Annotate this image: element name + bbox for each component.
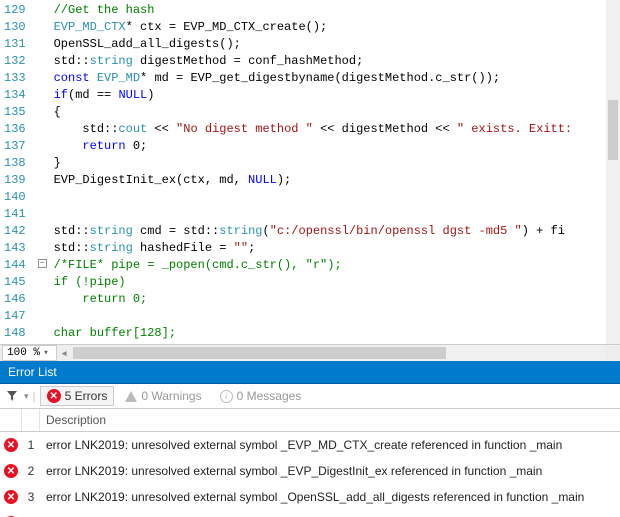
error-row[interactable]: ✕ 1error LNK2019: unresolved external sym…: [0, 432, 620, 458]
error-list-title-bar[interactable]: Error List: [0, 361, 620, 384]
code-line[interactable]: [34, 189, 620, 206]
code-line[interactable]: if(md == NULL): [34, 87, 620, 104]
line-number: 135: [4, 104, 26, 121]
line-number: 142: [4, 223, 26, 240]
column-header-description[interactable]: Description: [40, 409, 620, 431]
error-row-number: 4: [22, 512, 40, 517]
error-grid-header: Description: [0, 409, 620, 432]
code-line[interactable]: }: [34, 155, 620, 172]
horizontal-scrollbar[interactable]: [73, 345, 606, 361]
code-line[interactable]: [34, 308, 620, 325]
code-line[interactable]: EVP_MD_CTX* ctx = EVP_MD_CTX_create();: [34, 19, 620, 36]
line-number: 144: [4, 257, 26, 274]
code-editor[interactable]: 1291301311321331341351361371381391401411…: [0, 0, 620, 344]
error-row-number: 1: [22, 434, 40, 456]
error-icon: ✕: [4, 490, 18, 504]
code-line[interactable]: std::cout << "No digest method " << dige…: [34, 121, 620, 138]
line-number: 141: [4, 206, 26, 223]
zoom-value: 100 %: [7, 347, 40, 359]
line-number: 147: [4, 308, 26, 325]
line-number: 138: [4, 155, 26, 172]
scroll-left-icon[interactable]: ◂: [59, 346, 69, 361]
code-line[interactable]: std::string digestMethod = conf_hashMeth…: [34, 53, 620, 70]
editor-status-bar: 100 % ▾ ◂: [0, 344, 620, 361]
code-line[interactable]: std::string hashedFile = "";: [34, 240, 620, 257]
error-row[interactable]: ✕4error LNK2019: unresolved external sym…: [0, 510, 620, 517]
error-row-number: 3: [22, 486, 40, 508]
code-line[interactable]: −/*FILE* pipe = _popen(cmd.c_str(), "r")…: [34, 257, 620, 274]
line-number: 139: [4, 172, 26, 189]
code-line[interactable]: const EVP_MD* md = EVP_get_digestbyname(…: [34, 70, 620, 87]
messages-filter-button[interactable]: i 0 Messages: [213, 386, 309, 406]
code-line[interactable]: char buffer[128];: [34, 325, 620, 342]
vertical-scrollbar[interactable]: [606, 0, 620, 344]
error-row[interactable]: ✕ 2error LNK2019: unresolved external sym…: [0, 458, 620, 484]
zoom-dropdown[interactable]: 100 % ▾: [2, 345, 57, 361]
error-icon: ✕: [47, 389, 61, 403]
code-line[interactable]: if (!pipe): [34, 274, 620, 291]
error-row-description: error LNK2019: unresolved external symbo…: [40, 512, 620, 517]
line-number: 132: [4, 53, 26, 70]
error-list-toolbar: ▾ | ✕ 5 Errors 0 Warnings i 0 Messages: [0, 384, 620, 409]
line-number: 140: [4, 189, 26, 206]
code-line[interactable]: [34, 206, 620, 223]
line-number: 131: [4, 36, 26, 53]
line-number: 134: [4, 87, 26, 104]
chevron-down-icon: ▾: [40, 348, 52, 358]
info-icon: i: [220, 390, 233, 403]
vertical-scrollbar-thumb[interactable]: [608, 100, 618, 160]
line-number: 133: [4, 70, 26, 87]
messages-count-label: 0 Messages: [237, 389, 302, 403]
error-icon: ✕: [4, 438, 18, 452]
line-number: 148: [4, 325, 26, 342]
error-list-title: Error List: [8, 365, 57, 379]
line-number: 137: [4, 138, 26, 155]
filter-icon[interactable]: [4, 388, 20, 404]
horizontal-scrollbar-thumb[interactable]: [73, 347, 446, 359]
code-line[interactable]: EVP_DigestInit_ex(ctx, md, NULL);: [34, 172, 620, 189]
line-number: 146: [4, 291, 26, 308]
error-row[interactable]: ✕ 3error LNK2019: unresolved external sym…: [0, 484, 620, 510]
error-row-description: error LNK2019: unresolved external symbo…: [40, 434, 620, 456]
code-line[interactable]: return 0;: [34, 291, 620, 308]
code-line[interactable]: std::string cmd = std::string("c:/openss…: [34, 223, 620, 240]
line-number: 130: [4, 19, 26, 36]
warning-icon: [125, 391, 137, 402]
errors-filter-button[interactable]: ✕ 5 Errors: [40, 386, 115, 406]
code-line[interactable]: return 0;: [34, 138, 620, 155]
error-icon: ✕: [4, 464, 18, 478]
code-line[interactable]: OpenSSL_add_all_digests();: [34, 36, 620, 53]
error-grid-body[interactable]: ✕1error LNK2019: unresolved external sym…: [0, 432, 620, 517]
error-row-number: 2: [22, 460, 40, 482]
line-number: 136: [4, 121, 26, 138]
code-line[interactable]: //Get the hash: [34, 2, 620, 19]
code-content[interactable]: //Get the hashEVP_MD_CTX* ctx = EVP_MD_C…: [34, 0, 620, 344]
line-number-gutter: 1291301311321331341351361371381391401411…: [0, 0, 34, 344]
line-number: 145: [4, 274, 26, 291]
code-line[interactable]: {: [34, 104, 620, 121]
error-row-description: error LNK2019: unresolved external symbo…: [40, 486, 620, 508]
errors-count-label: 5 Errors: [65, 389, 108, 403]
warnings-filter-button[interactable]: 0 Warnings: [118, 386, 208, 406]
filter-dropdown-icon[interactable]: ▾: [24, 391, 29, 402]
outline-collapse-icon[interactable]: −: [38, 259, 47, 268]
line-number: 129: [4, 2, 26, 19]
line-number: 143: [4, 240, 26, 257]
error-row-description: error LNK2019: unresolved external symbo…: [40, 460, 620, 482]
warnings-count-label: 0 Warnings: [141, 389, 201, 403]
